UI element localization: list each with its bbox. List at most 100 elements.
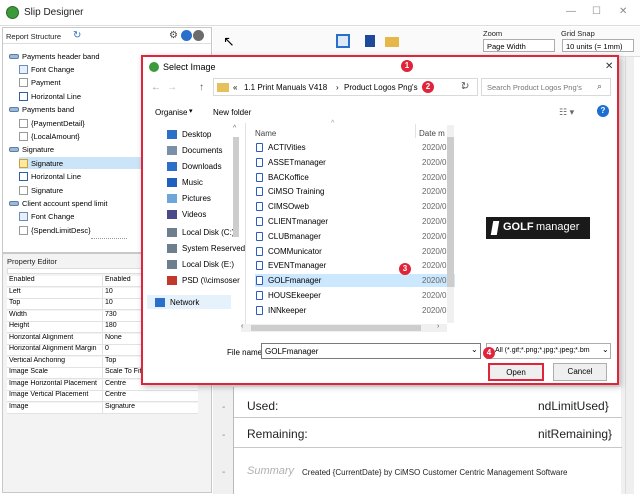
organise-menu[interactable]: Organise bbox=[155, 108, 187, 117]
file-name: INNkeeper bbox=[268, 305, 307, 315]
pointer-icon[interactable]: ↖ bbox=[223, 33, 235, 50]
view-options-icon[interactable]: ☷ ▾ bbox=[559, 107, 574, 118]
nav-item[interactable]: Pictures bbox=[167, 191, 211, 205]
folder-icon[interactable] bbox=[385, 37, 399, 47]
summary-band-label: Summary bbox=[247, 465, 295, 477]
up-arrow-icon[interactable]: ↑ bbox=[199, 82, 204, 93]
file-row[interactable]: HOUSEkeeper 2020/03 bbox=[255, 289, 455, 302]
file-row[interactable]: ASSETmanager 2020/03 bbox=[255, 156, 455, 169]
callout-badge-3: 3 bbox=[399, 263, 411, 275]
file-scrollbar-thumb[interactable] bbox=[447, 137, 454, 287]
help-icon[interactable]: ? bbox=[597, 105, 609, 117]
file-type-dropdown-icon[interactable]: ⌄ bbox=[602, 345, 609, 354]
line-node-icon bbox=[19, 172, 28, 182]
nav-item[interactable]: Documents bbox=[167, 143, 222, 157]
file-row[interactable]: BACKoffice 2020/03 bbox=[255, 171, 455, 184]
file-horizontal-scrollbar[interactable]: ‹ › bbox=[241, 323, 447, 332]
move-up-icon[interactable] bbox=[181, 30, 192, 41]
maximize-button[interactable]: ☐ bbox=[592, 6, 601, 17]
png-file-icon bbox=[256, 246, 263, 256]
png-file-icon bbox=[256, 172, 263, 182]
tree-item-label: Client account spend limit bbox=[22, 198, 108, 208]
cancel-button[interactable]: Cancel bbox=[553, 363, 607, 381]
nav-item[interactable]: System Reserved bbox=[167, 241, 245, 255]
new-folder-button[interactable]: New folder bbox=[213, 108, 251, 117]
nav-item-label: Local Disk (C:) bbox=[182, 227, 235, 237]
scroll-left-icon[interactable]: ‹ bbox=[241, 323, 243, 330]
used-field[interactable]: ndLimitUsed} bbox=[538, 399, 609, 413]
breadcrumb-root[interactable]: « bbox=[233, 83, 237, 92]
refresh-icon[interactable]: ↻ bbox=[461, 81, 469, 92]
property-value[interactable]: Centre bbox=[103, 391, 198, 401]
file-row[interactable]: CIMSOweb 2020/03 bbox=[255, 200, 455, 213]
file-row[interactable]: CLIENTmanager 2020/03 bbox=[255, 215, 455, 228]
file-name-input[interactable]: GOLFmanager ⌄ bbox=[261, 343, 481, 359]
nav-scroll-up-icon[interactable]: ^ bbox=[233, 125, 236, 132]
select-image-dialog: Select Image ✕ 1 ← → ↑ « 1.1 Print Manua… bbox=[141, 55, 619, 385]
refresh-icon[interactable]: ↻ bbox=[73, 30, 85, 42]
tree-item-label: Payments header band bbox=[22, 51, 100, 61]
select-box-icon[interactable] bbox=[336, 34, 350, 48]
canvas-vertical-scrollbar[interactable] bbox=[625, 57, 634, 494]
window-title: Slip Designer bbox=[24, 7, 84, 18]
nav-icon bbox=[167, 129, 177, 139]
file-row[interactable]: CiMSO Training 2020/01 bbox=[255, 185, 455, 198]
file-row[interactable]: COMMunicator 2020/03 bbox=[255, 245, 455, 258]
scroll-right-icon[interactable]: › bbox=[437, 323, 439, 330]
file-row[interactable]: GOLFmanager 2020/03 bbox=[255, 274, 455, 288]
minimize-button[interactable]: — bbox=[566, 6, 576, 17]
nav-item[interactable]: Downloads bbox=[167, 159, 222, 173]
dialog-title: Select Image bbox=[163, 62, 216, 72]
forward-arrow-icon[interactable]: → bbox=[167, 82, 177, 93]
nav-item[interactable]: Network bbox=[147, 295, 231, 309]
callout-badge-4: 4 bbox=[483, 347, 495, 359]
nav-item-label: Local Disk (E:) bbox=[182, 259, 235, 269]
save-icon[interactable] bbox=[365, 35, 375, 47]
close-window-button[interactable]: ✕ bbox=[619, 6, 627, 17]
file-vertical-scrollbar[interactable] bbox=[447, 125, 454, 323]
search-icon[interactable]: ⌕ bbox=[597, 81, 602, 92]
column-header-date[interactable]: Date m bbox=[419, 129, 445, 138]
property-key: Horizontal Alignment Margin bbox=[7, 345, 103, 355]
file-row[interactable]: CLUBmanager 2020/03 bbox=[255, 230, 455, 243]
open-button[interactable]: Open bbox=[488, 363, 544, 381]
file-row[interactable]: INNkeeper 2020/03 bbox=[255, 304, 455, 317]
move-down-icon[interactable] bbox=[193, 30, 204, 41]
folder-icon bbox=[217, 83, 229, 92]
tree-item-label: Signature bbox=[22, 145, 55, 155]
property-key: Vertical Anchoring bbox=[7, 356, 103, 367]
search-box[interactable]: Search Product Logos Png's ⌕ bbox=[481, 78, 611, 96]
gear-icon[interactable]: ⚙ bbox=[169, 30, 178, 41]
remaining-field[interactable]: nitRemaining} bbox=[538, 427, 612, 441]
file-row[interactable]: EVENTmanager 2020/03 bbox=[255, 259, 455, 272]
grid-snap-select[interactable]: 10 units (= 1mm) bbox=[562, 39, 634, 52]
band-divider bbox=[234, 447, 622, 448]
property-value[interactable]: Signature bbox=[103, 403, 198, 413]
nav-item[interactable]: PSD (\\cimsoser bbox=[167, 273, 240, 287]
breadcrumb-part[interactable]: Product Logos Png's bbox=[344, 83, 418, 92]
callout-badge-2: 2 bbox=[422, 81, 434, 93]
dialog-close-button[interactable]: ✕ bbox=[605, 61, 613, 72]
panel-splitter[interactable] bbox=[91, 238, 127, 241]
font-node-icon bbox=[19, 64, 28, 74]
nav-item[interactable]: Local Disk (E:) bbox=[167, 257, 234, 271]
column-header-name[interactable]: Name bbox=[255, 129, 276, 138]
breadcrumb-part[interactable]: 1.1 Print Manuals V418 bbox=[244, 83, 327, 92]
file-row[interactable]: ACTIVities 2020/03 bbox=[255, 141, 455, 154]
address-bar[interactable]: « 1.1 Print Manuals V418 › Product Logos… bbox=[213, 78, 478, 96]
dialog-app-icon bbox=[149, 62, 159, 72]
h-scrollbar-thumb[interactable] bbox=[251, 325, 421, 331]
nav-item[interactable]: Music bbox=[167, 175, 203, 189]
column-header-divider bbox=[415, 124, 416, 138]
nav-item[interactable]: Local Disk (C:) bbox=[167, 225, 234, 239]
property-row[interactable]: Image Signature bbox=[7, 402, 198, 414]
nav-item[interactable]: Desktop bbox=[167, 127, 211, 141]
zoom-select[interactable]: Page Width bbox=[483, 39, 555, 52]
property-row[interactable]: Image Vertical Placement Centre bbox=[7, 391, 198, 402]
nav-item[interactable]: Videos bbox=[167, 207, 206, 221]
back-arrow-icon[interactable]: ← bbox=[151, 82, 161, 93]
file-name-dropdown-icon[interactable]: ⌄ bbox=[471, 345, 478, 354]
file-type-filter[interactable]: All (*.gif;*.png;*.jpg;*.jpeg;*.bm ⌄ bbox=[486, 343, 611, 359]
png-file-icon bbox=[256, 187, 263, 197]
nav-scrollbar-thumb[interactable] bbox=[233, 137, 239, 237]
